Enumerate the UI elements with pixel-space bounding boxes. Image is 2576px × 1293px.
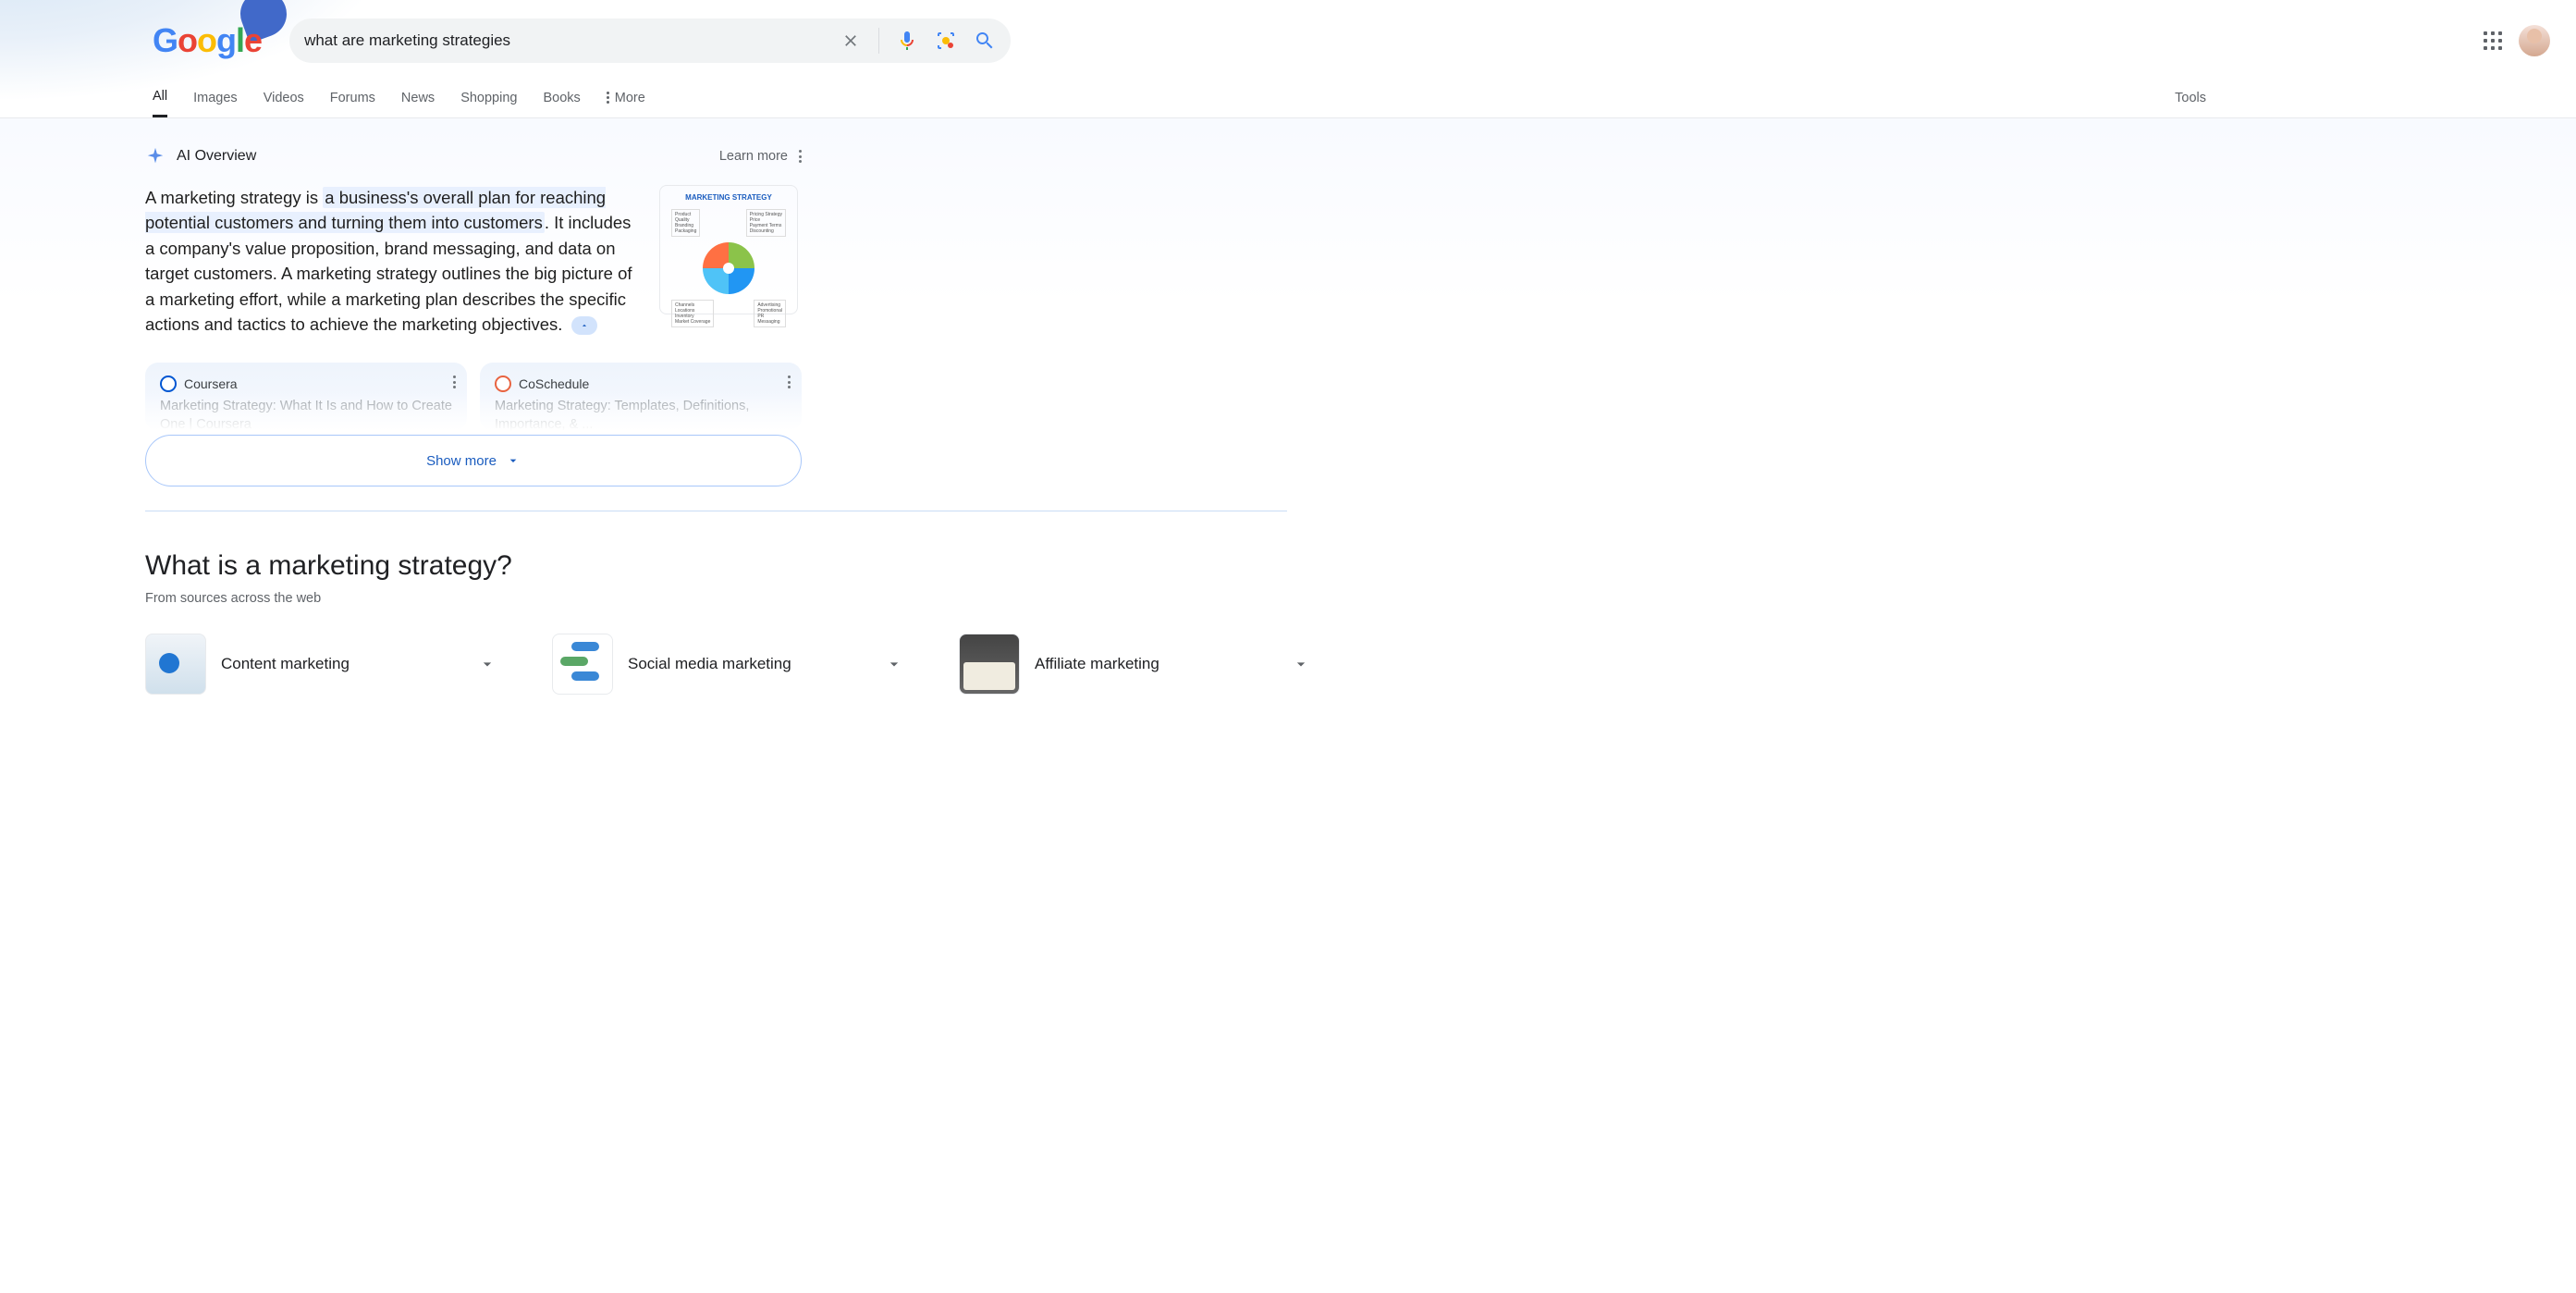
source-name: CoSchedule (519, 376, 589, 391)
tab-shopping[interactable]: Shopping (460, 78, 517, 117)
divider (878, 28, 879, 54)
ai-sparkle-icon (145, 146, 166, 166)
clear-icon[interactable] (840, 30, 862, 52)
related-label: Social media marketing (628, 655, 870, 673)
apps-icon[interactable] (2484, 31, 2502, 50)
tab-forums[interactable]: Forums (330, 78, 375, 117)
related-affiliate-marketing[interactable]: Affiliate marketing (959, 634, 1310, 695)
collapse-button[interactable] (571, 316, 597, 335)
source-snippet: Marketing Strategy: What It Is and How t… (160, 398, 452, 431)
related-content-marketing[interactable]: Content marketing (145, 634, 497, 695)
mic-icon[interactable] (896, 30, 918, 52)
avatar[interactable] (2519, 25, 2550, 56)
related-thumb (145, 634, 206, 695)
ai-overview-title: AI Overview (177, 148, 256, 165)
related-label: Affiliate marketing (1035, 655, 1277, 673)
related-thumb (959, 634, 1020, 695)
search-bar[interactable] (289, 18, 1011, 63)
chevron-down-icon (885, 655, 903, 673)
search-input[interactable] (304, 31, 840, 50)
learn-more-link[interactable]: Learn more (719, 149, 788, 164)
search-icon[interactable] (974, 30, 996, 52)
source-card-coursera[interactable]: Coursera Marketing Strategy: What It Is … (145, 363, 467, 431)
ai-menu-icon[interactable] (799, 150, 802, 163)
section-subtitle: From sources across the web (145, 591, 2576, 606)
chevron-down-icon (506, 453, 521, 468)
tools-button[interactable]: Tools (2175, 91, 2206, 105)
section-title: What is a marketing strategy? (145, 550, 2576, 582)
tab-more[interactable]: More (607, 78, 645, 117)
lens-icon[interactable] (935, 30, 957, 52)
chevron-down-icon (478, 655, 497, 673)
coschedule-icon (495, 376, 511, 392)
card-menu-icon[interactable] (453, 376, 456, 388)
ai-thumbnail[interactable]: MARKETING STRATEGY ProductQualityBrandin… (659, 185, 798, 314)
show-more-button[interactable]: Show more (145, 435, 802, 486)
tab-news[interactable]: News (401, 78, 435, 117)
coursera-icon (160, 376, 177, 392)
source-snippet: Marketing Strategy: Templates, Definitio… (495, 398, 787, 431)
more-dots-icon (607, 92, 609, 104)
ai-overview-text: A marketing strategy is a business's ove… (145, 185, 644, 337)
related-social-media-marketing[interactable]: Social media marketing (552, 634, 903, 695)
related-label: Content marketing (221, 655, 463, 673)
source-name: Coursera (184, 376, 238, 391)
card-menu-icon[interactable] (788, 376, 791, 388)
source-card-coschedule[interactable]: CoSchedule Marketing Strategy: Templates… (480, 363, 802, 431)
related-thumb (552, 634, 613, 695)
tab-books[interactable]: Books (543, 78, 580, 117)
google-logo[interactable]: Google (153, 21, 262, 60)
chevron-down-icon (1292, 655, 1310, 673)
